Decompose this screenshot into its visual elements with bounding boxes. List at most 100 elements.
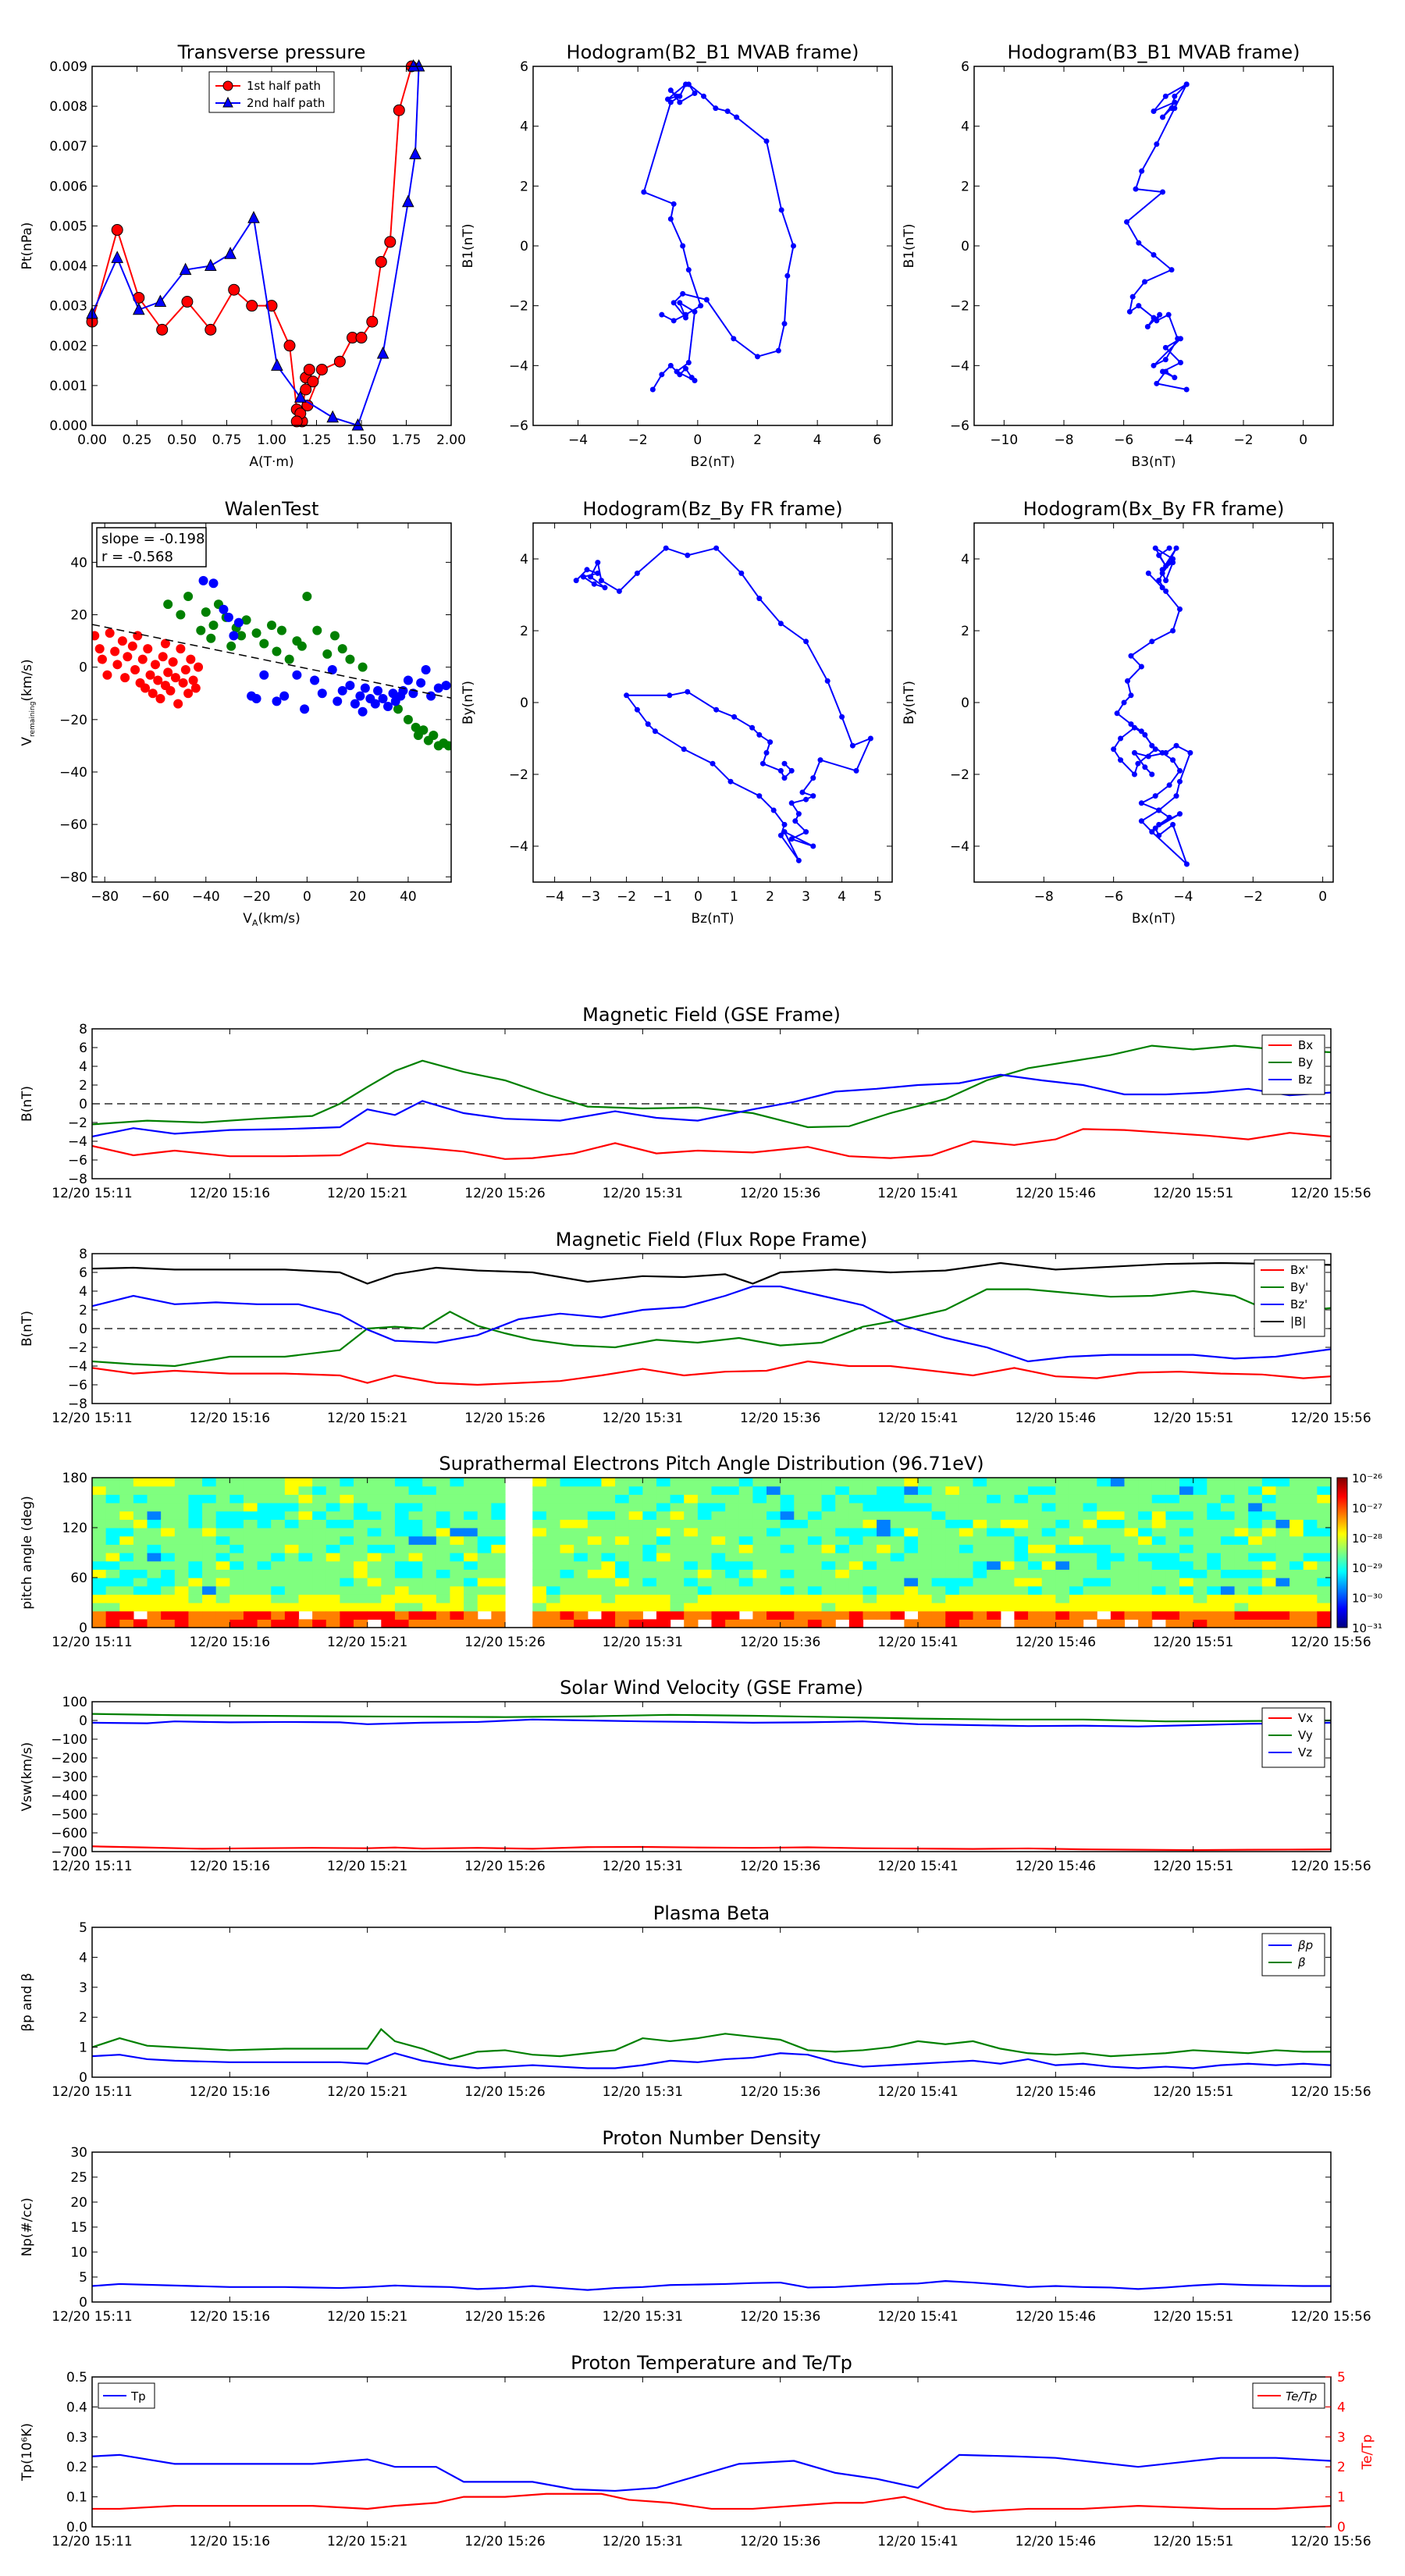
heatmap-cell [477,1510,492,1520]
heatmap-cell [271,1603,286,1612]
heatmap-cell [945,1619,960,1628]
x-tick-label: −8 [1034,889,1054,905]
y-tick-label: −400 [51,1788,87,1804]
heatmap-cell [1028,1485,1043,1495]
heatmap-cells [92,1478,1332,1628]
heatmap-cell [284,1603,300,1612]
data-point [824,678,831,684]
heatmap-cell [973,1535,987,1545]
heatmap-cell [408,1478,423,1487]
heatmap-cell [738,1603,753,1612]
heatmap-cell [325,1528,340,1537]
heatmap-cell [1165,1544,1180,1553]
scatter-point [345,681,355,691]
heatmap-cell [931,1535,946,1545]
plot-frame [91,2151,1332,2303]
heatmap-cell [767,1528,781,1537]
heatmap-cell [711,1485,726,1495]
data-point [792,818,799,824]
heatmap-cell [340,1510,354,1520]
heatmap-cell [767,1560,781,1570]
heatmap-cell [918,1619,933,1628]
x-tick-label: 12/20 15:21 [327,1411,407,1426]
y-tick-label: −60 [59,817,87,833]
heatmap-cell [271,1503,286,1512]
heatmap-cell [1083,1553,1097,1562]
heatmap-cell [670,1594,685,1603]
heatmap-cell [532,1603,547,1612]
x-tick-label: 12/20 15:31 [603,2309,683,2325]
heatmap-cell [1248,1553,1263,1562]
heatmap-cell [670,1485,685,1495]
heatmap-cell [229,1535,244,1545]
heatmap-cell [133,1485,148,1495]
x-tick-label: 12/20 15:56 [1290,2534,1371,2549]
heatmap-cell [973,1569,987,1578]
heatmap-cell [1124,1535,1139,1545]
y-tick-label: 40 [70,555,87,571]
heatmap-cell [945,1503,960,1512]
heatmap-cell [1124,1594,1139,1603]
heatmap-cell [587,1594,603,1603]
heatmap-cell [1275,1535,1290,1545]
heatmap-cell [574,1485,589,1495]
heatmap-cell [1207,1528,1222,1537]
heatmap-cell [243,1544,258,1553]
heatmap-cell [408,1519,423,1528]
heatmap-cell [863,1585,877,1595]
heatmap-cell [711,1585,726,1595]
x-tick-label: 12/20 15:41 [877,1635,958,1650]
heatmap-cell [587,1485,603,1495]
heatmap-cell [1261,1569,1277,1578]
heatmap-cell [574,1594,589,1603]
heatmap-cell [436,1585,451,1595]
heatmap-cell [1317,1585,1332,1595]
heatmap-cell [931,1478,946,1487]
heatmap-cell [725,1510,740,1520]
heatmap-cell [92,1569,107,1578]
heatmap-cell [1275,1619,1290,1628]
heatmap-cell [1055,1478,1070,1487]
heatmap-cell [408,1619,423,1628]
heatmap-cell [642,1503,657,1512]
heatmap-cell [367,1510,382,1520]
data-point [1166,782,1172,788]
x-tick-label: 12/20 15:11 [52,1186,132,1201]
data-point [1172,99,1178,105]
heatmap-cell [848,1535,864,1545]
x-tick-label: 12/20 15:21 [327,2534,407,2549]
heatmap-cell [367,1494,382,1503]
heatmap-cell [767,1519,781,1528]
heatmap-cell [1083,1578,1097,1587]
heatmap-cell [863,1610,877,1620]
heatmap-cell [394,1569,410,1578]
x-tick-label: 12/20 15:41 [877,2309,958,2325]
heatmap-cell [574,1560,589,1570]
heatmap-cell [628,1494,643,1503]
heatmap-cell [711,1503,726,1512]
heatmap-cell [738,1485,753,1495]
heatmap-cell [1055,1494,1070,1503]
heatmap-cell [1289,1619,1304,1628]
heatmap-cell [574,1510,589,1520]
data-point [713,545,720,551]
heatmap-cell [147,1544,162,1553]
heatmap-cell [147,1569,162,1578]
heatmap-cell [1151,1585,1166,1595]
x-tick-label: 5 [873,889,882,905]
y-tick-label: 4 [961,552,969,568]
heatmap-cell [174,1619,190,1628]
heatmap-cell [188,1519,203,1528]
heatmap-cell [945,1585,960,1595]
heatmap-cell [863,1510,877,1520]
heatmap-cell [863,1569,877,1578]
heatmap-cell [684,1553,699,1562]
heatmap-cell [931,1544,946,1553]
heatmap-cell [794,1585,809,1595]
heatmap-cell [1083,1603,1097,1612]
heatmap-cell [202,1553,217,1562]
heatmap-cell [1261,1619,1277,1628]
data-point [1176,606,1183,612]
heatmap-cell [92,1485,107,1495]
series-line-main [91,2280,1331,2291]
